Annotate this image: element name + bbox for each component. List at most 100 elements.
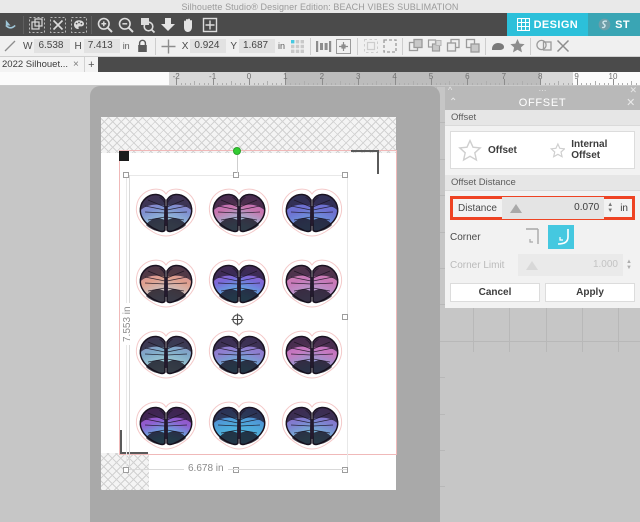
toolbar-divider <box>485 37 487 55</box>
butterfly-sticker[interactable] <box>278 400 346 456</box>
ruler-minor-tick <box>303 81 305 85</box>
resize-handle-tr[interactable] <box>342 172 348 178</box>
zoom-out-icon[interactable] <box>115 14 136 35</box>
fill-color-icon[interactable] <box>489 37 508 56</box>
butterfly-sticker[interactable] <box>205 329 273 385</box>
stepper-up-icon[interactable]: ▲ <box>607 202 613 208</box>
cancel-button[interactable]: Cancel <box>450 283 540 302</box>
tab-store[interactable]: ST <box>588 13 640 36</box>
send-backward-icon[interactable] <box>444 37 463 56</box>
align-horizontal-icon[interactable] <box>314 37 333 56</box>
butterfly-sticker-grid[interactable] <box>130 179 348 464</box>
line-tool-icon[interactable] <box>0 37 19 56</box>
ruler-minor-tick <box>217 82 219 85</box>
corner-sharp-button[interactable] <box>518 225 544 249</box>
offset-button[interactable]: Offset <box>451 138 543 162</box>
corner-sharp-icon <box>526 228 539 244</box>
tab-store-label: ST <box>615 18 630 31</box>
width-label: W <box>23 40 33 52</box>
send-to-back-icon[interactable] <box>463 37 482 56</box>
panel-collapse-icon[interactable]: ⌃ <box>449 97 458 108</box>
panel-collapse-all-icon[interactable]: ^ <box>448 85 452 95</box>
distance-row-highlighted: Distance 0.070 ▲ ▼ in <box>450 196 635 220</box>
group-icon[interactable] <box>361 37 380 56</box>
butterfly-sticker[interactable] <box>278 187 346 243</box>
document-tab-label: 2022 Silhouet... <box>2 59 69 70</box>
bring-to-front-icon[interactable] <box>406 37 425 56</box>
bring-forward-icon[interactable] <box>425 37 444 56</box>
document-tab[interactable]: 2022 Silhouet... × <box>0 57 84 72</box>
new-tab-button[interactable]: + <box>83 57 98 72</box>
resize-handle-tc[interactable] <box>233 172 239 178</box>
butterfly-sticker[interactable] <box>132 187 200 243</box>
ruler-minor-tick <box>544 82 546 85</box>
corner-limit-row: Corner Limit 1.000 ▲ ▼ <box>450 254 635 276</box>
resize-handle-bl[interactable] <box>123 467 129 473</box>
corner-limit-input: 1.000 <box>579 254 623 276</box>
tab-design[interactable]: DESIGN <box>506 13 589 36</box>
butterfly-sticker[interactable] <box>205 258 273 314</box>
stepper-up-icon: ▲ <box>626 258 632 265</box>
lock-icon[interactable] <box>133 37 152 56</box>
rotation-handle[interactable] <box>233 147 241 155</box>
ruler-minor-tick <box>444 82 446 85</box>
ruler-minor-tick <box>499 82 501 85</box>
apply-button[interactable]: Apply <box>545 283 635 302</box>
ruler-minor-tick <box>517 82 519 85</box>
close-icon[interactable] <box>553 37 572 56</box>
ruler-minor-tick <box>203 82 205 85</box>
corner-rounded-button[interactable] <box>548 225 574 249</box>
center-align-icon[interactable] <box>336 38 352 54</box>
distance-stepper[interactable]: ▲ ▼ <box>604 202 616 214</box>
ruler-minor-tick <box>185 82 187 85</box>
ruler-minor-tick <box>562 82 564 85</box>
star-shape-icon[interactable] <box>508 37 527 56</box>
distance-input[interactable]: 0.070 <box>560 197 605 219</box>
ruler-minor-tick <box>367 82 369 85</box>
weld-shapes-icon[interactable] <box>534 37 553 56</box>
ruler-minor-tick <box>239 82 241 85</box>
height-input[interactable]: 7.413 <box>83 39 120 53</box>
fill-selection-icon[interactable] <box>68 14 89 35</box>
butterfly-sticker[interactable] <box>205 400 273 456</box>
butterfly-sticker[interactable] <box>278 258 346 314</box>
butterfly-sticker[interactable] <box>132 258 200 314</box>
grid-icon <box>516 18 530 31</box>
delete-selection-icon[interactable] <box>47 14 68 35</box>
duplicate-icon[interactable] <box>26 14 47 35</box>
ungroup-icon[interactable] <box>380 37 399 56</box>
fit-to-window-icon[interactable] <box>157 14 178 35</box>
resize-handle-br[interactable] <box>342 467 348 473</box>
butterfly-sticker[interactable] <box>278 329 346 385</box>
zoom-selection-icon[interactable] <box>136 14 157 35</box>
ruler-minor-tick <box>567 82 569 85</box>
resize-handle-bc[interactable] <box>233 467 239 473</box>
x-input[interactable]: 0.924 <box>190 39 227 53</box>
panel-drag-bar[interactable]: ^ ⋯ ✕ <box>445 85 640 95</box>
zoom-in-icon[interactable] <box>94 14 115 35</box>
y-input[interactable]: 1.687 <box>239 39 276 53</box>
internal-offset-button[interactable]: Internal Offset <box>543 139 635 161</box>
close-tab-icon[interactable]: × <box>73 59 79 70</box>
pan-tool-icon[interactable] <box>178 14 199 35</box>
width-input[interactable]: 6.538 <box>34 39 71 53</box>
butterfly-sticker[interactable] <box>205 187 273 243</box>
butterfly-sticker[interactable] <box>132 329 200 385</box>
move-crosshair-icon[interactable] <box>159 37 178 56</box>
undo-icon[interactable] <box>0 14 21 35</box>
cutting-mat[interactable]: 6.678 in 7.553 in <box>101 117 397 490</box>
ruler-minor-tick <box>608 82 610 85</box>
stepper-down-icon[interactable]: ▼ <box>607 208 613 214</box>
distance-slider[interactable] <box>501 197 561 219</box>
butterfly-sticker[interactable] <box>132 400 200 456</box>
distance-slider-thumb[interactable] <box>509 204 522 213</box>
ruler-minor-tick <box>494 82 496 85</box>
horizontal-ruler[interactable]: -2-101234567891011 <box>0 72 640 86</box>
toolbar-divider <box>357 37 359 55</box>
window-title-bar: Silhouette Studio® Designer Edition: BEA… <box>0 0 640 13</box>
panel-close-icon[interactable]: ✕ <box>626 96 636 109</box>
ruler-minor-tick <box>458 82 460 85</box>
toolbar-divider <box>310 37 312 55</box>
zoom-region-icon[interactable] <box>199 14 220 35</box>
anchor-point-grid-icon[interactable] <box>288 37 307 56</box>
